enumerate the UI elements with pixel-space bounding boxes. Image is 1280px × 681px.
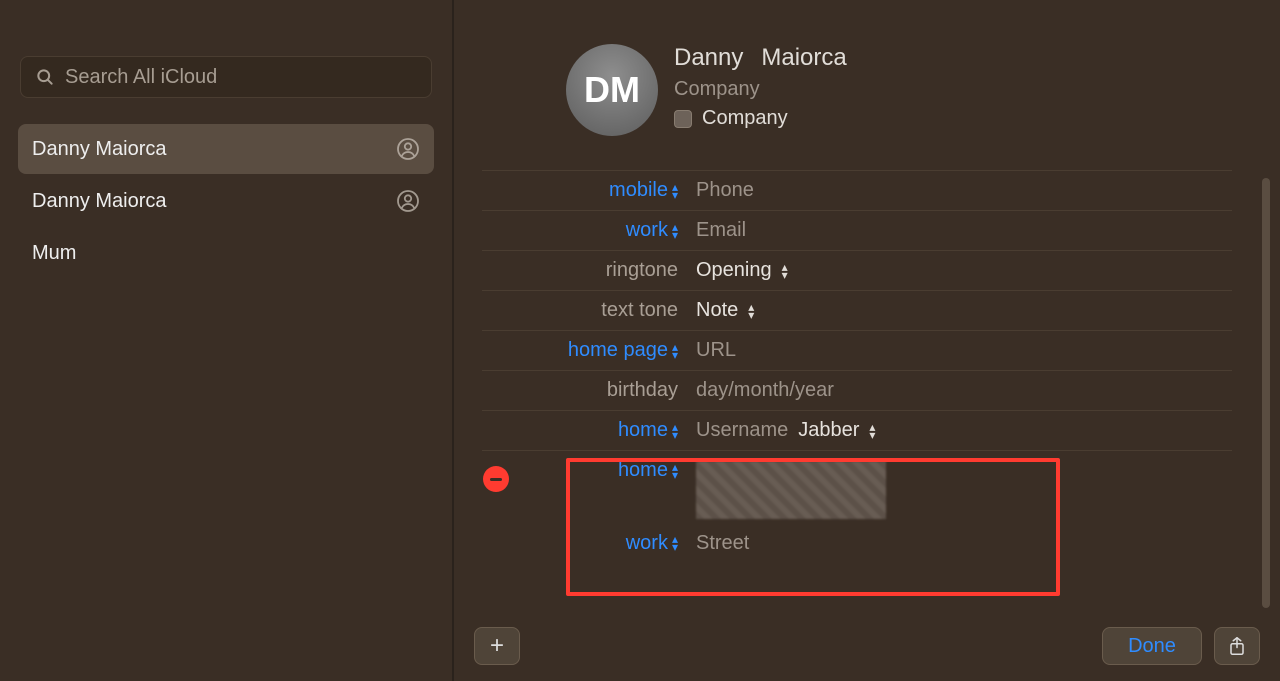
company-checkbox[interactable] (674, 110, 692, 128)
contact-row[interactable]: Danny Maiorca (18, 124, 434, 174)
field-label-mobile[interactable]: mobile (609, 179, 668, 202)
contact-name: Mum (32, 242, 76, 265)
field-label-username-home[interactable]: home (618, 419, 668, 442)
field-row-texttone: text tone Note ▴▾ (482, 290, 1232, 330)
contact-row[interactable]: Mum (18, 228, 434, 278)
field-label-birthday: birthday (607, 379, 678, 402)
bottom-toolbar: + Done (454, 611, 1280, 681)
name-line: Danny Maiorca (674, 44, 847, 72)
name-block: Danny Maiorca Company Company (674, 44, 847, 130)
done-button[interactable]: Done (1102, 627, 1202, 665)
field-row-ringtone: ringtone Opening ▴▾ (482, 250, 1232, 290)
company-checkbox-row: Company (674, 107, 847, 130)
field-label-texttone: text tone (601, 299, 678, 322)
add-button[interactable]: + (474, 627, 520, 665)
birthday-input[interactable]: day/month/year (696, 379, 834, 402)
chevron-updown-icon[interactable]: ▴▾ (672, 423, 678, 439)
scrollbar[interactable] (1262, 178, 1270, 608)
street-input[interactable]: Street (696, 532, 749, 555)
chevron-updown-icon[interactable]: ▴▾ (748, 303, 754, 319)
avatar[interactable]: DM (566, 44, 658, 136)
field-row-work-address: work ▴▾ Street (482, 523, 1232, 563)
field-label-ringtone: ringtone (606, 259, 678, 282)
first-name-field[interactable]: Danny (674, 44, 743, 72)
redacted-address (696, 461, 886, 519)
field-row-mobile: mobile ▴▾ Phone (482, 170, 1232, 210)
contact-list: Danny Maiorca Danny Maiorca Mum (14, 124, 438, 278)
field-row-work-email: work ▴▾ Email (482, 210, 1232, 250)
contact-detail: DM Danny Maiorca Company Company mobile … (454, 0, 1280, 681)
username-input[interactable]: Username (696, 419, 788, 442)
last-name-field[interactable]: Maiorca (761, 44, 846, 72)
search-input[interactable] (65, 66, 417, 89)
email-input[interactable]: Email (696, 219, 746, 242)
chevron-updown-icon[interactable]: ▴▾ (672, 463, 678, 479)
search-icon (35, 67, 55, 87)
chevron-updown-icon[interactable]: ▴▾ (782, 263, 788, 279)
share-icon (1228, 636, 1246, 656)
share-button[interactable] (1214, 627, 1260, 665)
contact-row[interactable]: Danny Maiorca (18, 176, 434, 226)
contact-name: Danny Maiorca (32, 138, 167, 161)
field-row-birthday: birthday day/month/year (482, 370, 1232, 410)
chevron-updown-icon[interactable]: ▴▾ (672, 223, 678, 239)
phone-input[interactable]: Phone (696, 179, 754, 202)
chevron-updown-icon[interactable]: ▴▾ (672, 535, 678, 551)
field-label-work-address[interactable]: work (626, 532, 668, 555)
field-label-work-email[interactable]: work (626, 219, 668, 242)
chevron-updown-icon[interactable]: ▴▾ (869, 423, 875, 439)
app-root: Danny Maiorca Danny Maiorca Mum DM Danny… (0, 0, 1280, 681)
field-label-home-address[interactable]: home (618, 459, 668, 482)
search-field[interactable] (20, 56, 432, 98)
service-select[interactable]: Jabber (798, 419, 859, 442)
remove-field-button[interactable] (483, 466, 509, 492)
url-input[interactable]: URL (696, 339, 736, 362)
ringtone-select[interactable]: Opening (696, 259, 772, 282)
chevron-updown-icon[interactable]: ▴▾ (672, 343, 678, 359)
field-row-home-address: home ▴▾ (482, 450, 1232, 523)
chevron-updown-icon[interactable]: ▴▾ (672, 183, 678, 199)
contact-header: DM Danny Maiorca Company Company (566, 44, 1236, 136)
company-checkbox-label: Company (702, 107, 788, 130)
person-circle-icon (396, 189, 420, 213)
sidebar: Danny Maiorca Danny Maiorca Mum (0, 0, 454, 681)
field-row-homepage: home page ▴▾ URL (482, 330, 1232, 370)
fields: mobile ▴▾ Phone work ▴▾ Email ringtone (482, 170, 1232, 563)
field-row-username: home ▴▾ Username Jabber ▴▾ (482, 410, 1232, 450)
texttone-select[interactable]: Note (696, 299, 738, 322)
bottom-right-group: Done (1102, 627, 1260, 665)
company-field[interactable]: Company (674, 78, 847, 101)
contact-name: Danny Maiorca (32, 190, 167, 213)
field-label-homepage[interactable]: home page (568, 339, 668, 362)
person-circle-icon (396, 137, 420, 161)
